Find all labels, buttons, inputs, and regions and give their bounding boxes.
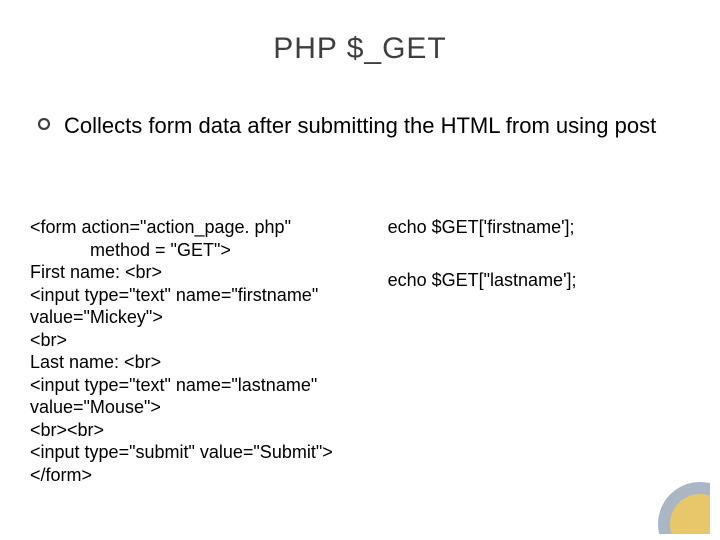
- content-columns: <form action="action_page. php" method =…: [30, 216, 690, 520]
- code-line: method = "GET">: [30, 239, 358, 262]
- code-line: <input type="submit" value="Submit">: [30, 441, 358, 464]
- code-line: First name: <br>: [30, 261, 358, 284]
- code-line: <br>: [30, 329, 358, 352]
- code-line: <br><br>: [30, 419, 358, 442]
- code-line: echo $GET["lastname'];: [388, 269, 690, 292]
- code-line-indented: method = "GET">: [30, 239, 231, 262]
- code-line: echo $GET['firstname'];: [388, 216, 690, 239]
- bullet-row: Collects form data after submitting the …: [38, 112, 680, 140]
- code-line: Last name: <br>: [30, 351, 358, 374]
- bullet-text: Collects form data after submitting the …: [64, 112, 656, 140]
- code-line: </form>: [30, 464, 358, 487]
- code-line: <form action="action_page. php": [30, 216, 358, 239]
- slide-title: PHP $_GET: [0, 32, 720, 66]
- right-code-block: echo $GET['firstname']; echo $GET["lastn…: [388, 216, 690, 520]
- code-line: <input type="text" name="firstname" valu…: [30, 284, 358, 329]
- code-line: <input type="text" name="lastname" value…: [30, 374, 358, 419]
- left-code-block: <form action="action_page. php" method =…: [30, 216, 358, 520]
- ring-bullet-icon: [38, 118, 50, 130]
- slide: PHP $_GET Collects form data after submi…: [0, 0, 720, 540]
